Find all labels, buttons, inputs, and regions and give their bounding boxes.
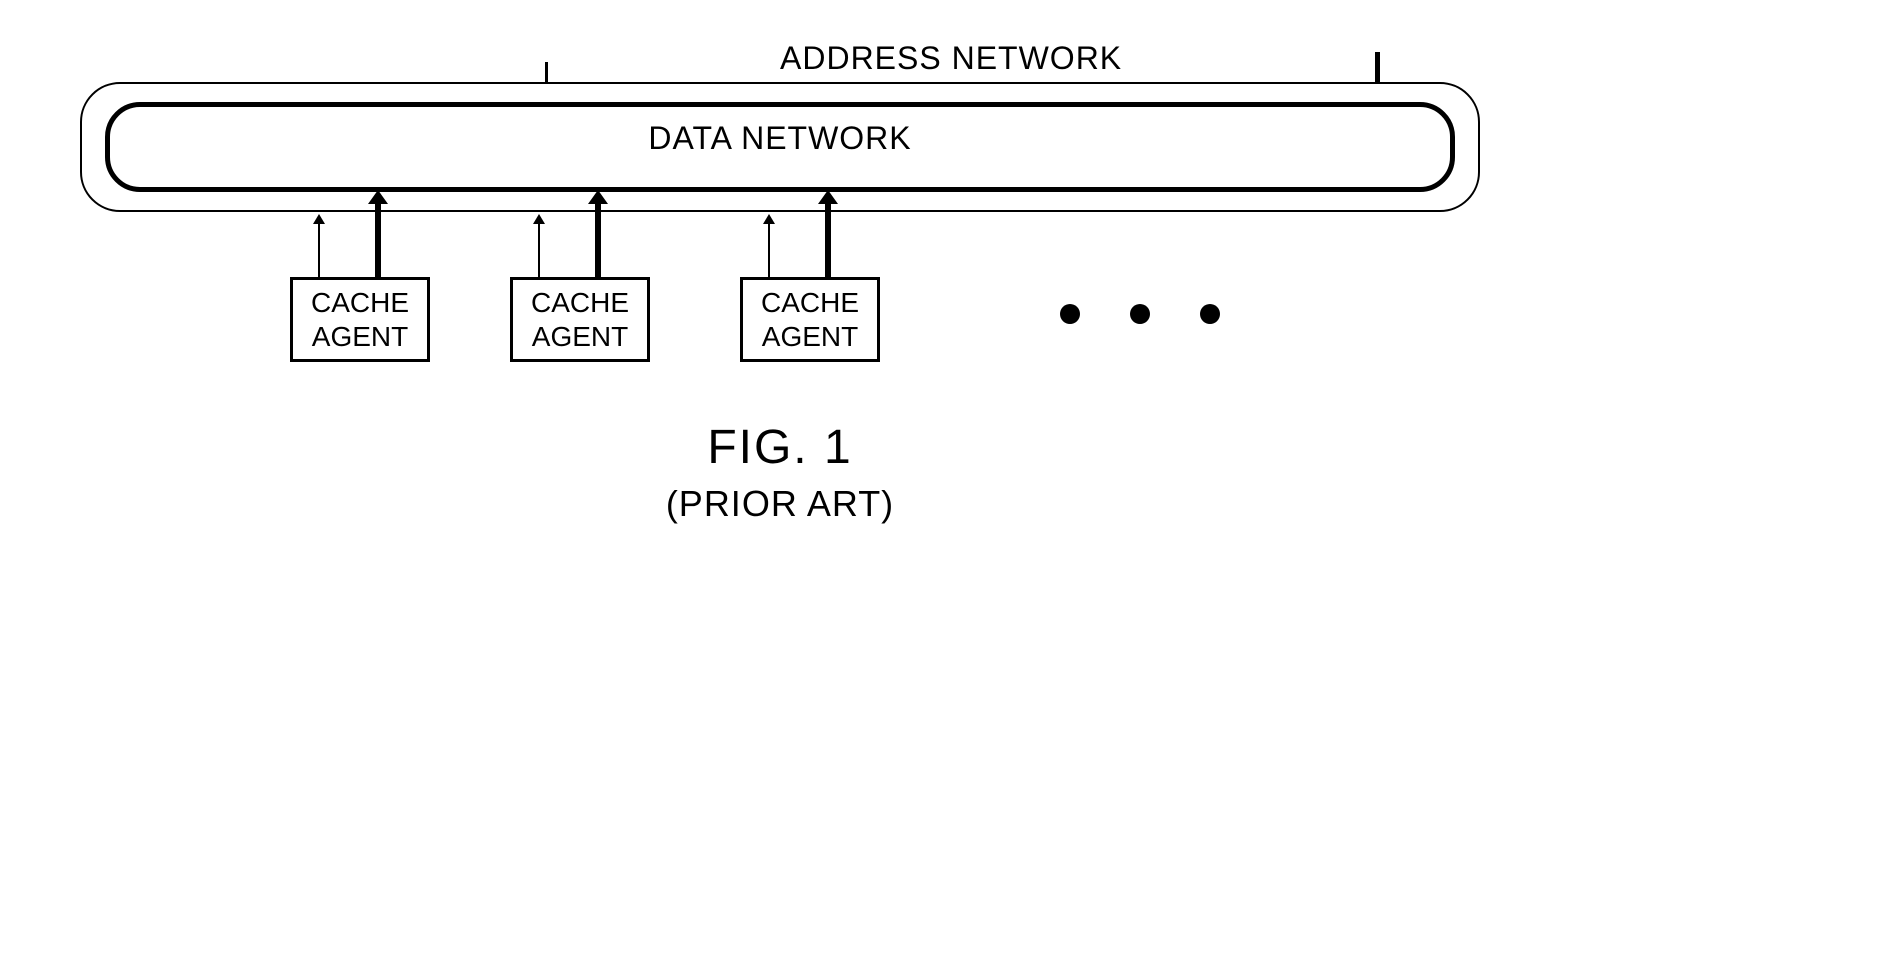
agent-label-line2: AGENT [532, 320, 628, 354]
figure-number: FIG. 1 [80, 420, 1480, 475]
thick-arrow-icon [375, 202, 381, 277]
dot-icon [1200, 304, 1220, 324]
figure-subtitle: (PRIOR ART) [80, 483, 1480, 525]
cache-agent-box: CACHEAGENT [740, 277, 880, 362]
agent-label-line2: AGENT [762, 320, 858, 354]
agent-label-line2: AGENT [312, 320, 408, 354]
agent-label-line1: CACHE [311, 286, 409, 320]
thick-arrow-icon [825, 202, 831, 277]
data-network-label: DATA NETWORK [648, 120, 911, 157]
agent-label-line1: CACHE [761, 286, 859, 320]
cache-agent-box: CACHEAGENT [510, 277, 650, 362]
thin-arrow-icon [318, 222, 320, 277]
figure-caption: FIG. 1 (PRIOR ART) [80, 420, 1480, 525]
dot-icon [1060, 304, 1080, 324]
ellipsis-dots [1060, 304, 1220, 324]
address-network-label: ADDRESS NETWORK [780, 40, 1122, 77]
thick-arrow-icon [595, 202, 601, 277]
dot-icon [1130, 304, 1150, 324]
thin-arrow-icon [768, 222, 770, 277]
agent-label-line1: CACHE [531, 286, 629, 320]
thin-arrow-icon [538, 222, 540, 277]
tick-mark-2 [1375, 52, 1380, 82]
data-network-box: DATA NETWORK [105, 102, 1455, 192]
tick-mark-1 [545, 62, 548, 82]
cache-agent-box: CACHEAGENT [290, 277, 430, 362]
